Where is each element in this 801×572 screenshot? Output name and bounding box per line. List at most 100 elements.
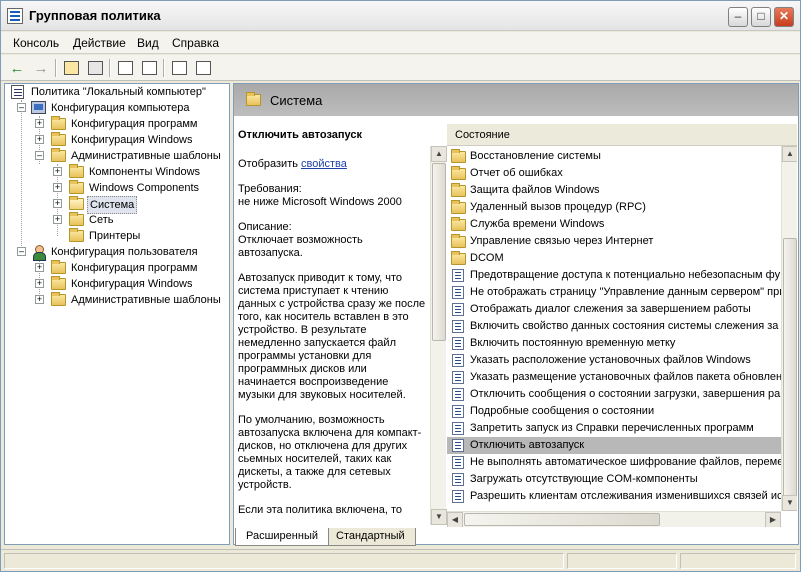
collapse-icon[interactable]: –	[35, 151, 44, 160]
column-header-state[interactable]: Состояние	[447, 124, 797, 146]
menu-console[interactable]: Консоль	[13, 36, 59, 50]
policy-setting-icon	[452, 473, 464, 486]
menu-action[interactable]: Действие	[73, 36, 126, 50]
expand-icon[interactable]: +	[35, 135, 44, 144]
list-item-setting[interactable]: Предотвращение доступа к потенциально не…	[447, 267, 781, 284]
list-item-folder[interactable]: DCOM	[447, 250, 781, 267]
list-item-setting[interactable]: Подробные сообщения о состоянии	[447, 403, 781, 420]
collapse-icon[interactable]: –	[17, 247, 26, 256]
list-item-setting[interactable]: Не выполнять автоматическое шифрование ф…	[447, 454, 781, 471]
tab-extended[interactable]: Расширенный	[235, 528, 329, 546]
list-item-setting[interactable]: Загружать отсутствующие COM-компоненты	[447, 471, 781, 488]
list-item-folder[interactable]: Управление связью через Интернет	[447, 233, 781, 250]
list-item-setting[interactable]: Отображать диалог слежения за завершение…	[447, 301, 781, 318]
policy-setting-icon	[452, 422, 464, 435]
list-item-setting[interactable]: Запретить запуск из Справки перечисленны…	[447, 420, 781, 437]
list-item-folder[interactable]: Восстановление системы	[447, 148, 781, 165]
tab-standard[interactable]: Стандартный	[325, 528, 416, 546]
policy-setting-icon	[452, 405, 464, 418]
list-item-folder[interactable]: Защита файлов Windows	[447, 182, 781, 199]
collapse-icon[interactable]: –	[17, 103, 26, 112]
menu-view[interactable]: Вид	[137, 36, 159, 50]
list-item-setting[interactable]: Отключить автозапуск	[447, 437, 781, 454]
expand-icon[interactable]: +	[35, 295, 44, 304]
list-item-label: Включить свойство данных состояния систе…	[470, 320, 779, 332]
policy-setting-icon	[452, 439, 464, 452]
list-item-folder[interactable]: Отчет об ошибках	[447, 165, 781, 182]
folder-icon	[51, 132, 66, 146]
list-item-setting[interactable]: Включить свойство данных состояния систе…	[447, 318, 781, 335]
list-item-setting[interactable]: Разрешить клиентам отслеживания изменивш…	[447, 488, 781, 505]
expand-icon[interactable]: +	[35, 119, 44, 128]
list-item-label: DCOM	[470, 252, 504, 264]
list-item-label: Загружать отсутствующие COM-компоненты	[470, 473, 698, 485]
main-window: Групповая политика – □ ✕ Консоль Действи…	[0, 0, 801, 572]
status-cell	[4, 553, 564, 569]
description-paragraph: По умолчанию, возможность автозапуска вк…	[238, 414, 422, 491]
expand-icon[interactable]: +	[53, 215, 62, 224]
requirements-label: Требования:	[238, 183, 302, 195]
list-item-setting[interactable]: Включить постоянную временную метку	[447, 335, 781, 352]
properties-link[interactable]: свойства	[301, 158, 347, 170]
scroll-down-arrow-icon[interactable]: ▼	[431, 509, 447, 525]
menu-bar: Консоль Действие Вид Справка	[1, 32, 800, 54]
scroll-left-arrow-icon[interactable]: ◀	[447, 512, 463, 527]
show-hide-tree-icon[interactable]	[85, 58, 105, 78]
tree-item-label: Конфигурация пользователя	[51, 246, 198, 258]
expand-icon[interactable]: +	[35, 263, 44, 272]
scroll-thumb[interactable]	[432, 163, 446, 341]
scroll-thumb[interactable]	[464, 513, 660, 526]
folder-icon	[246, 92, 261, 106]
scroll-up-arrow-icon[interactable]: ▲	[782, 146, 797, 162]
list-item-setting[interactable]: Не отображать страницу "Управление данны…	[447, 284, 781, 301]
list-scrollbar[interactable]: ▲ ▼	[781, 146, 797, 511]
scroll-right-arrow-icon[interactable]: ▶	[765, 512, 781, 527]
menu-help[interactable]: Справка	[172, 36, 219, 50]
forward-arrow-icon[interactable]: →	[31, 58, 51, 78]
list-item-label: Отчет об ошибках	[470, 167, 563, 179]
properties-icon[interactable]	[115, 58, 135, 78]
up-level-icon[interactable]	[61, 58, 81, 78]
list-item-label: Защита файлов Windows	[470, 184, 600, 196]
scroll-thumb[interactable]	[783, 238, 797, 504]
export-list-icon[interactable]	[139, 58, 159, 78]
back-arrow-icon[interactable]: ←	[7, 58, 27, 78]
maximize-button[interactable]: □	[751, 7, 771, 27]
requirements-value: не ниже Microsoft Windows 2000	[238, 196, 402, 208]
title-bar[interactable]: Групповая политика – □ ✕	[1, 1, 800, 31]
folder-icon	[451, 200, 466, 214]
scroll-up-arrow-icon[interactable]: ▲	[431, 146, 447, 162]
toolbar-separator	[163, 59, 164, 77]
toolbar-separator	[55, 59, 56, 77]
expand-icon[interactable]: +	[53, 167, 62, 176]
description-scrollbar[interactable]: ▲ ▼	[430, 146, 447, 525]
list-item-folder[interactable]: Удаленный вызов процедур (RPC)	[447, 199, 781, 216]
list-item-setting[interactable]: Указать расположение установочных файлов…	[447, 352, 781, 369]
extended-view-icon[interactable]	[193, 58, 213, 78]
folder-icon	[451, 217, 466, 231]
expand-icon[interactable]: +	[35, 279, 44, 288]
folder-icon	[451, 166, 466, 180]
description-paragraph: Автозапуск приводит к тому, что система …	[238, 272, 426, 401]
list-item-label: Отключить сообщения о состоянии загрузки…	[470, 388, 781, 400]
policy-document-icon	[11, 85, 24, 99]
folder-icon	[51, 148, 66, 162]
tree-item-label: Конфигурация Windows	[71, 278, 193, 290]
policy-setting-icon	[452, 490, 464, 503]
help-icon[interactable]	[169, 58, 189, 78]
expand-icon[interactable]: +	[53, 183, 62, 192]
scroll-down-arrow-icon[interactable]: ▼	[782, 495, 797, 511]
list-item-folder[interactable]: Служба времени Windows	[447, 216, 781, 233]
setting-title: Отключить автозапуск	[238, 129, 363, 141]
list-item-setting[interactable]: Указать размещение установочных файлов п…	[447, 369, 781, 386]
folder-icon	[451, 234, 466, 248]
user-icon	[31, 245, 46, 261]
column-header-label: Состояние	[455, 129, 510, 141]
minimize-button[interactable]: –	[728, 7, 748, 27]
close-button[interactable]: ✕	[774, 7, 794, 27]
list-horizontal-scrollbar[interactable]: ◀ ▶	[447, 511, 781, 527]
console-tree: Политика "Локальный компьютер" – Конфигу…	[4, 83, 230, 545]
expand-icon[interactable]: +	[53, 199, 62, 208]
status-cell	[680, 553, 796, 569]
list-item-setting[interactable]: Отключить сообщения о состоянии загрузки…	[447, 386, 781, 403]
